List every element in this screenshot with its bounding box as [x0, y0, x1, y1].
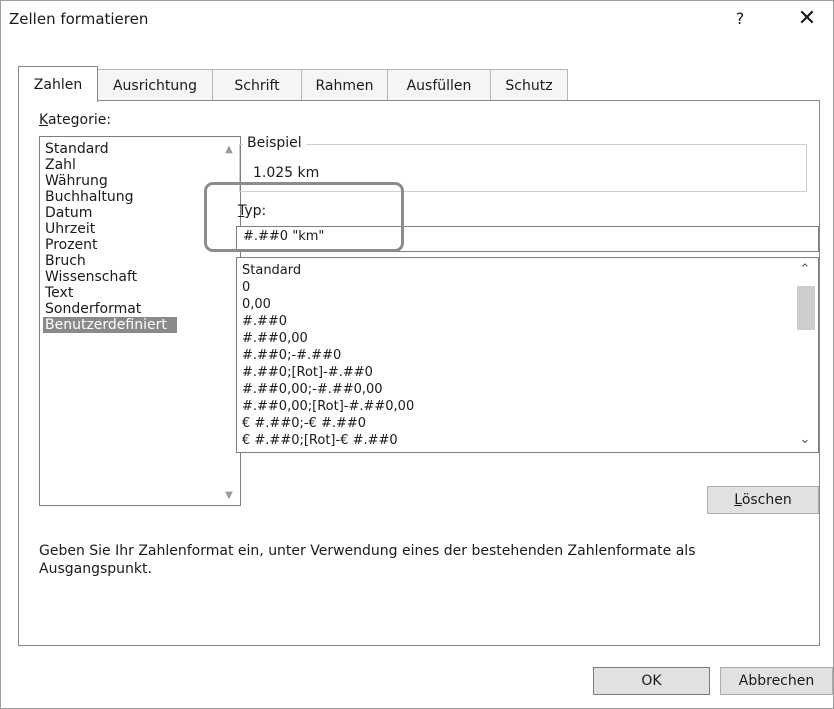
format-list[interactable]: Standard 0 0,00 #.##0 #.##0,00 #.##0;-#.…	[236, 257, 819, 453]
help-button[interactable]: ?	[726, 7, 754, 31]
sample-legend: Beispiel	[243, 135, 306, 151]
category-item-wissenschaft[interactable]: Wissenschaft	[43, 269, 139, 285]
cancel-button[interactable]: Abbrechen	[720, 667, 833, 695]
category-label-accesskey: K	[39, 112, 48, 128]
format-scrollbar[interactable]: ⌃ ⌄	[792, 258, 818, 452]
scroll-down-icon[interactable]: ⌄	[794, 430, 816, 450]
format-item[interactable]: #.##0,00;-#.##0,00	[242, 381, 383, 398]
format-item[interactable]: € #.##0;[Rot]-€ #.##0	[242, 432, 398, 449]
close-button[interactable]: ✕	[789, 5, 825, 33]
category-item-buchhaltung[interactable]: Buchhaltung	[43, 189, 136, 205]
category-scroll-down-icon[interactable]: ▼	[220, 489, 238, 503]
format-item[interactable]: #.##0,00	[242, 330, 308, 347]
scroll-up-icon[interactable]: ⌃	[794, 260, 816, 280]
tab-ausrichtung[interactable]: Ausrichtung	[97, 69, 213, 101]
tab-zahlen[interactable]: Zahlen	[18, 66, 98, 102]
format-item[interactable]: #.##0;[Rot]-#.##0	[242, 364, 373, 381]
category-item-uhrzeit[interactable]: Uhrzeit	[43, 221, 97, 237]
tab-schrift[interactable]: Schrift	[212, 69, 302, 101]
highlight-annotation	[204, 182, 404, 252]
format-item[interactable]: 0,00	[242, 296, 271, 313]
tab-schutz[interactable]: Schutz	[490, 69, 568, 101]
dialog-title: Zellen formatieren	[9, 10, 149, 28]
category-item-bruch[interactable]: Bruch	[43, 253, 88, 269]
delete-button[interactable]: Löschen	[707, 486, 819, 514]
title-bar: Zellen formatieren ? ✕	[1, 1, 833, 35]
format-item[interactable]: #.##0,00;[Rot]-#.##0,00	[242, 398, 414, 415]
category-item-prozent[interactable]: Prozent	[43, 237, 100, 253]
category-scroll-up-icon[interactable]: ▲	[220, 143, 238, 157]
format-item[interactable]: € #.##0;-€ #.##0	[242, 415, 366, 432]
tab-panel-zahlen: Kategorie: Standard Zahl Währung Buchhal…	[18, 100, 820, 646]
hint-text: Geben Sie Ihr Zahlenformat ein, unter Ve…	[39, 543, 696, 577]
delete-button-text: öschen	[741, 492, 792, 508]
ok-button[interactable]: OK	[593, 667, 710, 695]
category-item-sonderformat[interactable]: Sonderformat	[43, 301, 143, 317]
delete-button-accesskey: L	[734, 492, 742, 508]
category-item-waehrung[interactable]: Währung	[43, 173, 110, 189]
tab-rahmen[interactable]: Rahmen	[301, 69, 388, 101]
format-item[interactable]: #.##0;-#.##0	[242, 347, 341, 364]
sample-value: 1.025 km	[253, 165, 320, 181]
format-item[interactable]: 0	[242, 279, 250, 296]
category-item-text[interactable]: Text	[43, 285, 75, 301]
format-cells-dialog: Zellen formatieren ? ✕ Zahlen Ausrichtun…	[0, 0, 834, 709]
category-item-zahl[interactable]: Zahl	[43, 157, 78, 173]
format-item[interactable]: #.##0	[242, 313, 287, 330]
tab-ausfuellen[interactable]: Ausfüllen	[387, 69, 491, 101]
category-item-datum[interactable]: Datum	[43, 205, 94, 221]
category-item-benutzerdefiniert[interactable]: Benutzerdefiniert	[43, 317, 177, 333]
format-item[interactable]: Standard	[242, 262, 301, 279]
category-item-standard[interactable]: Standard	[43, 141, 111, 157]
category-label: Kategorie:	[39, 112, 111, 128]
scrollbar-thumb[interactable]	[797, 286, 815, 330]
category-label-text: ategorie:	[47, 112, 112, 128]
